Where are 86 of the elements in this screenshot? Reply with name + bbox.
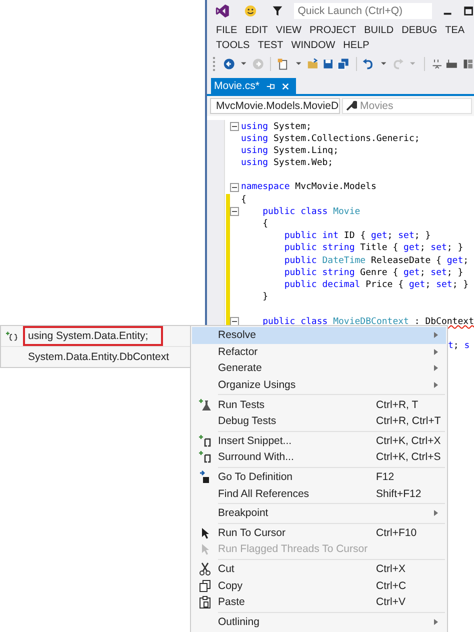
collapse-icon[interactable]: [230, 207, 240, 216]
submenu-arrow-icon: [434, 348, 438, 355]
save-icon[interactable]: [322, 56, 334, 71]
code-line: namespace MvcMovie.Models: [240, 182, 376, 192]
menu-item[interactable]: TEST: [254, 40, 288, 52]
menu-item[interactable]: Paste Ctrl+V: [192, 594, 446, 610]
code-line: using System.Collections.Generic;: [240, 134, 420, 144]
menu-item[interactable]: Cut Ctrl+X: [192, 558, 446, 578]
menu-item[interactable]: Run Tests Ctrl+R, T: [192, 393, 446, 413]
code-line: {: [240, 194, 246, 205]
save-all-icon[interactable]: [337, 56, 350, 71]
filter-icon[interactable]: [270, 4, 284, 18]
submenu-arrow-icon: [434, 510, 438, 516]
undo-icon[interactable]: [362, 56, 375, 71]
menu-item[interactable]: BUILD: [360, 25, 398, 36]
pin-icon[interactable]: [266, 82, 275, 91]
snippet-icon: [198, 450, 212, 464]
document-tab[interactable]: Movie.cs*: [211, 78, 296, 94]
code-line: public class MovieDBContext : DbContext: [262, 316, 474, 327]
code-line: }: [262, 292, 268, 302]
collapse-icon[interactable]: [230, 317, 240, 326]
code-line: using System;: [240, 122, 312, 132]
code-line: using System.Web;: [240, 158, 334, 168]
menu-item[interactable]: WINDOW: [287, 40, 340, 52]
menu-item[interactable]: Copy Ctrl+C: [192, 577, 446, 594]
copy-icon: [198, 578, 212, 593]
add-using-icon: [6, 330, 18, 342]
menu-item[interactable]: Run To Cursor Ctrl+F10: [192, 522, 446, 542]
code-line: public DateTime ReleaseDate { get;: [283, 256, 469, 266]
open-folder-icon[interactable]: [306, 56, 320, 71]
menu-item[interactable]: PROJECT: [305, 25, 360, 36]
caret-icon[interactable]: [240, 62, 246, 66]
menu-item[interactable]: Breakpoint: [192, 502, 446, 522]
scissors-icon: [198, 562, 212, 576]
menu-item[interactable]: TEA: [441, 25, 469, 36]
collapse-icon[interactable]: [230, 122, 240, 132]
menu-item[interactable]: Insert Snippet... Ctrl+K, Ctrl+X: [192, 430, 446, 450]
logo-icon: [215, 3, 230, 20]
member-dropdown[interactable]: Movies: [342, 98, 472, 114]
align-icon[interactable]: [431, 56, 444, 71]
menu-item[interactable]: TOOLS: [212, 40, 254, 52]
snippet-icon: [198, 434, 212, 448]
submenu-arrow-icon: [434, 382, 438, 388]
menu-item[interactable]: Resolve: [192, 327, 446, 344]
caret-icon[interactable]: [380, 62, 386, 66]
back-icon[interactable]: [222, 56, 235, 71]
menu-item[interactable]: Refactor: [192, 344, 446, 360]
code-line: public decimal Price { get; set; }: [283, 280, 469, 290]
menu-item[interactable]: Generate: [192, 360, 446, 377]
quick-action-item[interactable]: using System.Data.Entity;: [23, 326, 164, 346]
paste-icon: [198, 595, 212, 610]
type-dropdown[interactable]: MvcMovie.Models.MovieD: [210, 98, 340, 114]
menu-item[interactable]: FILE: [212, 25, 242, 36]
submenu-arrow-icon: [434, 332, 438, 338]
close-icon[interactable]: [280, 82, 290, 91]
menu-item[interactable]: Go To Definition F12: [192, 466, 446, 486]
menu-item[interactable]: Outlining: [192, 610, 446, 630]
menu-item[interactable]: EDIT: [241, 25, 272, 36]
smiley-icon[interactable]: [244, 4, 257, 18]
wrench-icon: [345, 100, 357, 112]
code-line: public int ID { get; set; }: [283, 231, 431, 242]
code-line: t; s: [448, 340, 470, 351]
code-line: {: [262, 219, 268, 230]
menu-item[interactable]: Debug Tests Ctrl+R, Ctrl+T: [192, 412, 446, 430]
caret-icon[interactable]: [296, 62, 301, 66]
maximize-icon[interactable]: [462, 5, 474, 18]
menu-item[interactable]: Find All References Shift+F12: [192, 485, 446, 502]
code-line: public string Title { get; set; }: [283, 243, 464, 254]
submenu-arrow-icon: [434, 618, 438, 625]
code-line: using System.Linq;: [240, 146, 339, 156]
menu-item[interactable]: Surround With... Ctrl+K, Ctrl+S: [192, 449, 446, 466]
flask-icon: [198, 398, 212, 412]
new-project-icon[interactable]: [277, 56, 290, 71]
collapse-icon[interactable]: [230, 182, 240, 192]
go-to-definition-icon: [198, 470, 212, 484]
pane-icon[interactable]: [462, 56, 474, 71]
quick-action-item[interactable]: System.Data.Entity.DbContext: [23, 347, 174, 367]
menu-item[interactable]: VIEW: [272, 25, 306, 36]
submenu-arrow-icon: [434, 365, 438, 372]
code-line: public class Movie: [262, 206, 360, 217]
tab-label: Movie.cs*: [214, 80, 260, 92]
menu-item[interactable]: HELP: [339, 40, 374, 52]
code-line: public string Genre { get; set; }: [283, 268, 464, 278]
menu-item[interactable]: Organize Usings: [192, 376, 446, 394]
quick-launch-field[interactable]: Quick Launch (Ctrl+Q): [294, 3, 432, 20]
menu-item[interactable]: DEBUG: [398, 25, 442, 36]
